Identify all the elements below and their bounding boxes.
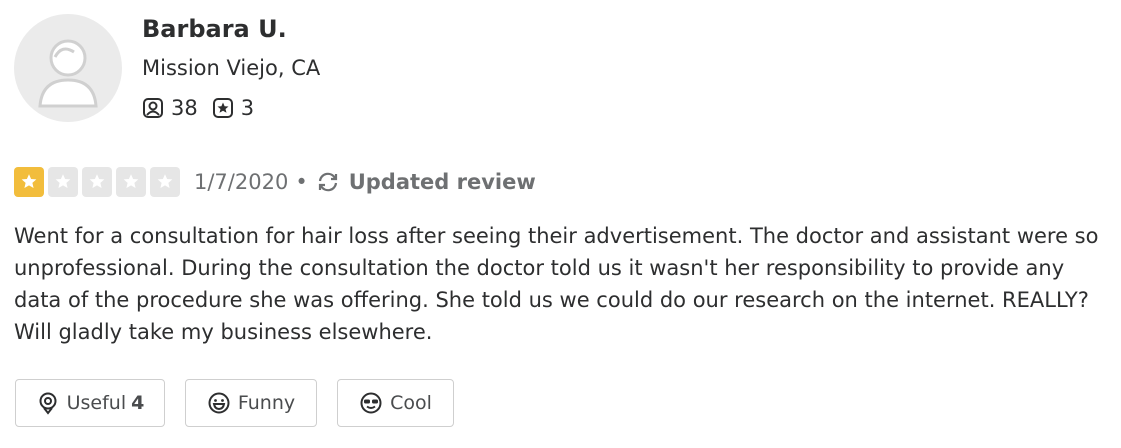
separator-dot: • bbox=[295, 170, 308, 194]
funny-button[interactable]: Funny bbox=[185, 379, 317, 427]
star-icon bbox=[89, 174, 105, 189]
lightbulb-icon bbox=[39, 392, 57, 415]
star-empty bbox=[82, 167, 112, 197]
default-avatar-icon bbox=[38, 39, 98, 108]
smiley-icon bbox=[208, 392, 230, 414]
star-rating bbox=[14, 167, 184, 197]
rating-row: 1/7/2020 • Updated review bbox=[14, 166, 536, 198]
reviews-count: 3 bbox=[240, 96, 255, 120]
friends-icon bbox=[143, 98, 163, 118]
updated-review-link[interactable]: Updated review bbox=[315, 170, 536, 194]
review-date: 1/7/2020 bbox=[194, 170, 289, 194]
funny-label: Funny bbox=[237, 392, 296, 414]
useful-button[interactable]: Useful 4 bbox=[15, 379, 165, 427]
reaction-buttons: Useful 4 Funny Cool bbox=[15, 379, 474, 427]
cool-label: Cool bbox=[390, 392, 432, 414]
star-badge-icon bbox=[212, 98, 233, 118]
review-text: Went for a consultation for hair loss af… bbox=[14, 224, 1099, 344]
star-empty bbox=[116, 167, 146, 197]
updated-review-label: Updated review bbox=[348, 170, 536, 194]
sunglasses-icon bbox=[360, 392, 382, 414]
star-empty bbox=[48, 167, 78, 197]
friends-count: 38 bbox=[171, 96, 198, 120]
reviews-stat: 3 bbox=[212, 96, 254, 120]
star-icon bbox=[157, 174, 173, 189]
star-icon bbox=[55, 174, 71, 189]
refresh-icon bbox=[318, 172, 337, 192]
avatar[interactable] bbox=[14, 14, 122, 122]
star-icon bbox=[123, 174, 139, 189]
user-name[interactable]: Barbara U. bbox=[142, 15, 287, 43]
star-filled bbox=[14, 167, 44, 197]
useful-count: 4 bbox=[131, 392, 145, 414]
star-empty bbox=[150, 167, 180, 197]
user-location: Mission Viejo, CA bbox=[142, 56, 321, 80]
useful-label: Useful bbox=[66, 392, 127, 414]
user-stats: 38 3 bbox=[142, 94, 268, 122]
friends-stat: 38 bbox=[142, 96, 198, 120]
cool-button[interactable]: Cool bbox=[337, 379, 454, 427]
star-icon bbox=[21, 174, 37, 189]
